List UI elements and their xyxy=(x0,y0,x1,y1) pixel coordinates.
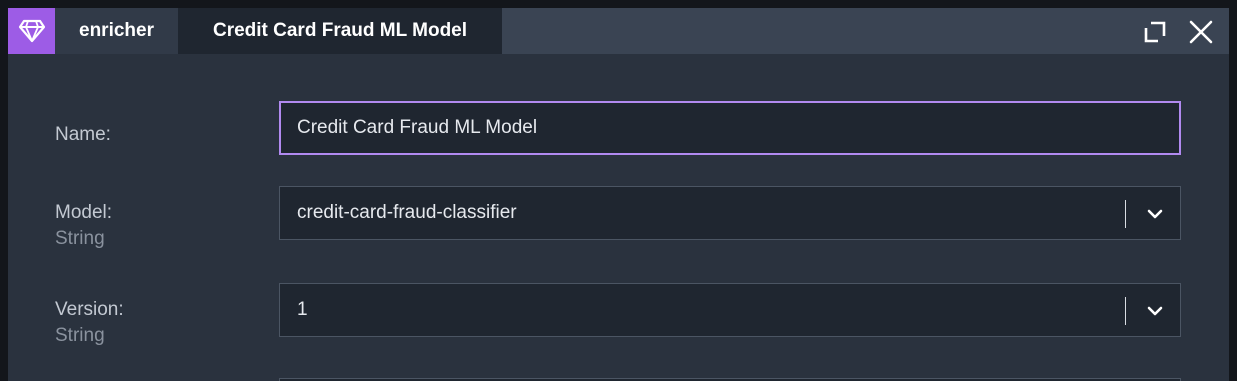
name-input-value: Credit Card Fraud ML Model xyxy=(297,117,538,138)
model-label: Model: xyxy=(55,202,113,223)
form-body: Name: Credit Card Fraud ML Model Model: … xyxy=(8,54,1229,381)
diamond-icon xyxy=(8,8,55,54)
model-type-label: String xyxy=(55,228,105,249)
version-label-group: Version: String xyxy=(55,297,124,349)
version-type-label: String xyxy=(55,325,105,346)
close-icon[interactable] xyxy=(1188,19,1214,45)
select-separator xyxy=(1125,200,1126,228)
name-input[interactable]: Credit Card Fraud ML Model xyxy=(279,101,1181,155)
model-select[interactable]: credit-card-fraud-classifier xyxy=(279,186,1181,240)
node-details-window: enricher Credit Card Fraud ML Model Name… xyxy=(8,8,1229,381)
chevron-down-icon[interactable] xyxy=(1142,298,1168,324)
name-label: Name: xyxy=(55,124,111,145)
tab-node-title[interactable]: Credit Card Fraud ML Model xyxy=(178,8,502,54)
version-label: Version: xyxy=(55,299,124,320)
model-label-group: Model: String xyxy=(55,200,112,252)
node-type-label: enricher xyxy=(55,8,178,54)
model-select-value: credit-card-fraud-classifier xyxy=(297,202,517,223)
maximize-icon[interactable] xyxy=(1142,19,1168,45)
version-select[interactable]: 1 xyxy=(279,283,1181,337)
select-separator xyxy=(1125,297,1126,325)
version-select-value: 1 xyxy=(297,299,308,320)
window-titlebar: enricher Credit Card Fraud ML Model xyxy=(8,8,1229,54)
chevron-down-icon[interactable] xyxy=(1142,201,1168,227)
